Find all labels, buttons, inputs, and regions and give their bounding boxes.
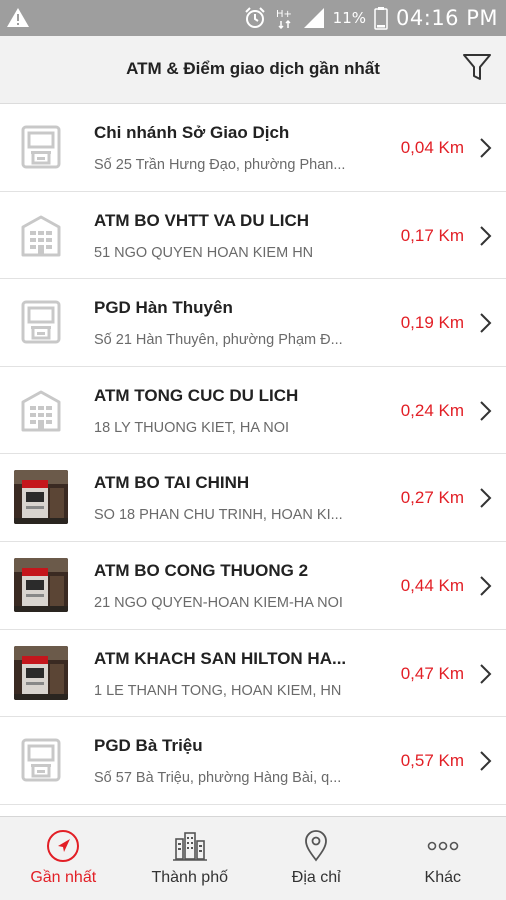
location-pin-icon — [299, 829, 333, 863]
location-name: ATM BO TAI CHINH — [94, 473, 250, 493]
building-icon — [14, 208, 68, 262]
chevron-right-icon — [478, 225, 494, 247]
filter-button[interactable] — [460, 52, 494, 86]
bottom-navigation: Gần nhất Thành phố Địa chỉ Khác — [0, 816, 506, 900]
page-title: ATM & Điểm giao dịch gần nhất — [126, 59, 380, 78]
chevron-right-icon — [478, 750, 494, 772]
location-name: ATM BO CONG THUONG 2 — [94, 560, 309, 580]
network-h-plus-icon: H+ — [275, 6, 295, 30]
location-name: ATM TONG CUC DU LICH — [94, 385, 299, 405]
location-distance: 0,44 Km — [400, 575, 464, 595]
chevron-right-icon — [478, 575, 494, 597]
nav-tab-0[interactable]: Gần nhất — [0, 817, 127, 900]
navigation-arrow-icon — [46, 829, 80, 863]
building-icon — [14, 383, 68, 437]
chevron-right-icon — [478, 137, 494, 159]
more-dots-icon — [426, 829, 460, 863]
alarm-icon — [243, 6, 267, 30]
location-address: Số 25 Trần Hưng Đạo, phường Phan... — [94, 157, 346, 173]
location-distance: 0,17 Km — [400, 225, 464, 245]
city-icon — [172, 829, 207, 863]
chevron-right-icon — [478, 400, 494, 422]
nav-tab-label: Khác — [424, 869, 461, 886]
nav-tab-2[interactable]: Địa chỉ — [253, 817, 380, 900]
location-name: ATM KHACH SAN HILTON HA... — [94, 648, 347, 668]
list-item[interactable]: PGD Hàn Thuyên Số 21 Hàn Thuyên, phường P… — [0, 279, 506, 367]
location-distance: 0,47 Km — [400, 663, 464, 683]
location-list[interactable]: Chi nhánh Sở Giao Dịch Số 25 Trần Hưng Đạ… — [0, 104, 506, 816]
app-header: ATM & Điểm giao dịch gần nhất — [0, 36, 506, 104]
location-address: 18 LY THUONG KIET, HA NOI — [94, 419, 290, 436]
location-name: Chi nhánh Sở Giao Dịch — [94, 123, 290, 142]
list-item[interactable]: ATM BO TAI CHINH SO 18 PHAN CHU TRINH, HO… — [0, 454, 506, 542]
atm-photo — [14, 470, 68, 525]
atm-machine-icon — [14, 733, 68, 787]
warning-icon — [6, 6, 30, 30]
svg-text:H+: H+ — [276, 9, 292, 20]
list-item[interactable]: ATM BO VHTT VA DU LICH 51 NGO QUYEN HOAN … — [0, 191, 506, 280]
nav-tab-label: Gần nhất — [30, 869, 97, 886]
list-item[interactable]: ATM TONG CUC DU LICH 18 LY THUONG KIET, H… — [0, 366, 506, 455]
location-address: 51 NGO QUYEN HOAN KIEM HN — [94, 244, 314, 261]
clock: 04:16 PM — [396, 6, 498, 30]
location-distance: 0,57 Km — [400, 751, 464, 771]
location-distance: 0,27 Km — [400, 488, 464, 508]
list-item[interactable]: ATM BO CONG THUONG 2 21 NGO QUYEN-HOAN KI… — [0, 541, 506, 630]
location-address: 1 LE THANH TONG, HOAN KIEM, HN — [94, 682, 342, 699]
nav-tab-label: Địa chỉ — [291, 869, 341, 886]
signal-icon — [303, 7, 325, 29]
battery-icon — [374, 6, 388, 30]
atm-machine-icon — [14, 295, 68, 349]
location-address: Số 57 Bà Triệu, phường Hàng Bài, q... — [94, 770, 342, 787]
list-item[interactable]: Chi nhánh Sở Giao Dịch Số 25 Trần Hưng Đạ… — [0, 104, 506, 192]
atm-photo — [14, 645, 68, 700]
location-address: Số 21 Hàn Thuyên, phường Phạm Đ... — [94, 332, 343, 349]
status-bar: H+ 11% 04:16 PM — [0, 0, 506, 36]
location-name: PGD Hàn Thuyên — [94, 298, 233, 318]
nav-tab-label: Thành phố — [151, 869, 228, 886]
location-address: 21 NGO QUYEN-HOAN KIEM-HA NOI — [94, 594, 343, 611]
battery-percent: 11% — [332, 9, 367, 27]
nav-tab-1[interactable]: Thành phố — [127, 817, 254, 900]
location-name: PGD Bà Triệu — [94, 736, 203, 756]
location-address: SO 18 PHAN CHU TRINH, HOAN KI... — [94, 507, 343, 524]
chevron-right-icon — [478, 312, 494, 334]
filter-funnel-icon — [462, 52, 492, 87]
location-distance: 0,04 Km — [400, 138, 464, 157]
chevron-right-icon — [478, 663, 494, 685]
atm-photo — [14, 557, 68, 612]
list-item[interactable]: PGD Bà Triệu Số 57 Bà Triệu, phường Hàng … — [0, 717, 506, 805]
list-item[interactable]: ATM KHACH SAN HILTON HA... 1 LE THANH TON… — [0, 629, 506, 718]
location-distance: 0,19 Km — [400, 313, 464, 333]
nav-tab-3[interactable]: Khác — [380, 817, 506, 900]
chevron-right-icon — [478, 487, 494, 509]
location-name: ATM BO VHTT VA DU LICH — [94, 210, 309, 230]
atm-machine-icon — [14, 120, 68, 174]
location-distance: 0,24 Km — [400, 400, 464, 420]
